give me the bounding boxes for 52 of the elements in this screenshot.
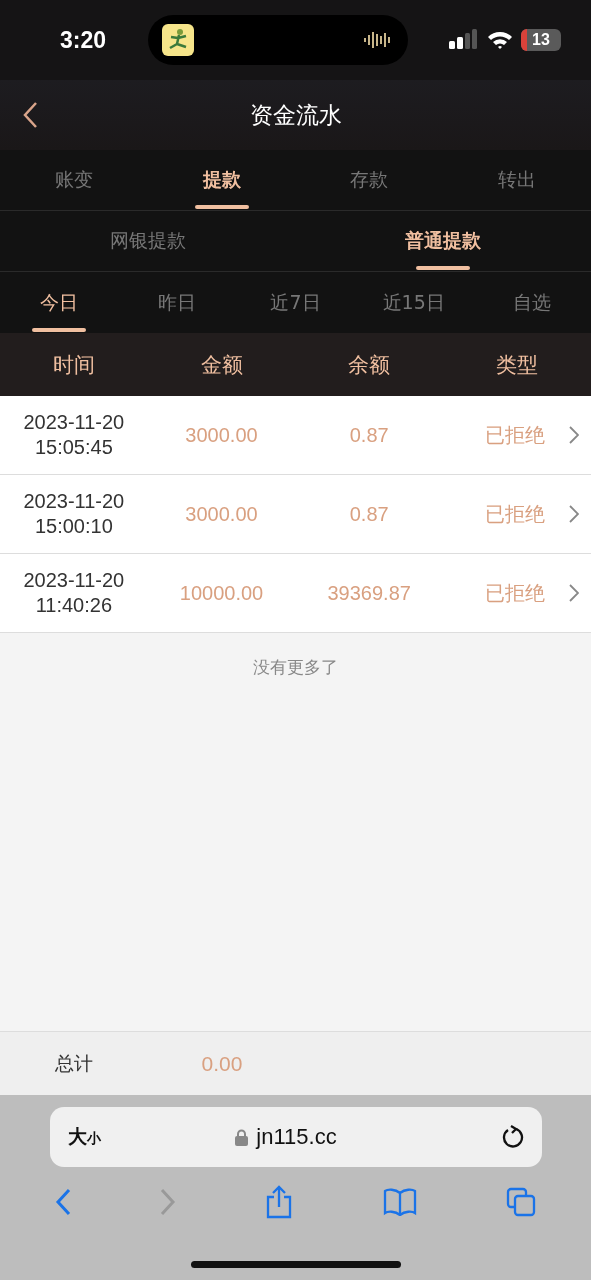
wifi-icon [487,30,513,50]
date-tab[interactable]: 自选 [472,272,591,333]
tabs-icon[interactable] [506,1187,537,1217]
app-thumbnail-icon [161,24,194,56]
amount-cell-text: 3000.00 [184,423,259,447]
chevron-right-icon [569,426,579,444]
amount-cell-text: 3000.00 [184,502,259,526]
column-header: 时间 [51,351,96,379]
sub-tab[interactable]: 普通提款 [295,211,591,271]
table-row[interactable]: 2023-11-20 15:00:10 3000.00 0.87 已拒绝 [0,475,591,554]
back-icon[interactable] [22,101,38,129]
date-tab[interactable]: 近15日 [354,272,473,333]
address-bar[interactable]: 大小 jn115.cc [49,1107,542,1167]
text-size-button[interactable]: 大小 [67,1124,101,1150]
bookmarks-icon[interactable] [382,1188,417,1216]
balance-cell-text: 39369.87 [326,581,412,605]
balance-cell-text: 0.87 [348,502,390,526]
column-header: 金额 [199,351,244,379]
sub-tab[interactable]: 网银提款 [0,211,296,271]
total-label: 总计 [54,1050,94,1076]
tab[interactable]: 提款 [147,150,296,210]
total-value: 0.00 [200,1051,244,1076]
tab[interactable]: 转出 [443,150,591,210]
url-text: jn115.cc [256,1124,337,1150]
reload-icon[interactable] [501,1125,524,1149]
share-icon[interactable] [265,1185,294,1219]
end-of-list-note: 没有更多了 [253,656,338,679]
datetime-cell-text: 2023-11-20 15:05:45 [22,410,126,460]
status-cell-text: 已拒绝 [484,579,545,607]
signal-icon [449,29,479,51]
battery-indicator: 13 [521,29,561,51]
date-tab[interactable]: 昨日 [118,272,237,333]
chevron-right-icon [569,584,579,602]
chevron-right-icon [569,505,579,523]
datetime-cell-text: 2023-11-20 11:40:26 [22,568,126,618]
status-cell-text: 已拒绝 [484,421,545,449]
page-title: 资金流水 [249,100,342,130]
table-row[interactable]: 2023-11-20 15:05:45 3000.00 0.87 已拒绝 [0,396,591,475]
tab[interactable]: 存款 [295,150,444,210]
tab[interactable]: 账变 [0,150,148,210]
status-cell-text: 已拒绝 [484,500,545,528]
table-row[interactable]: 2023-11-20 11:40:26 10000.00 39369.87 已拒绝 [0,554,591,633]
datetime-cell-text: 2023-11-20 15:00:10 [22,489,126,539]
amount-cell-text: 10000.00 [178,581,265,605]
lock-icon [235,1128,249,1146]
status-time: 3:20 [60,26,107,54]
date-tab[interactable]: 近7日 [236,272,355,333]
date-tab[interactable]: 今日 [0,272,119,333]
column-header: 类型 [495,351,540,379]
column-header: 余额 [347,351,392,379]
balance-cell-text: 0.87 [348,423,390,447]
forward-icon[interactable] [160,1188,177,1216]
